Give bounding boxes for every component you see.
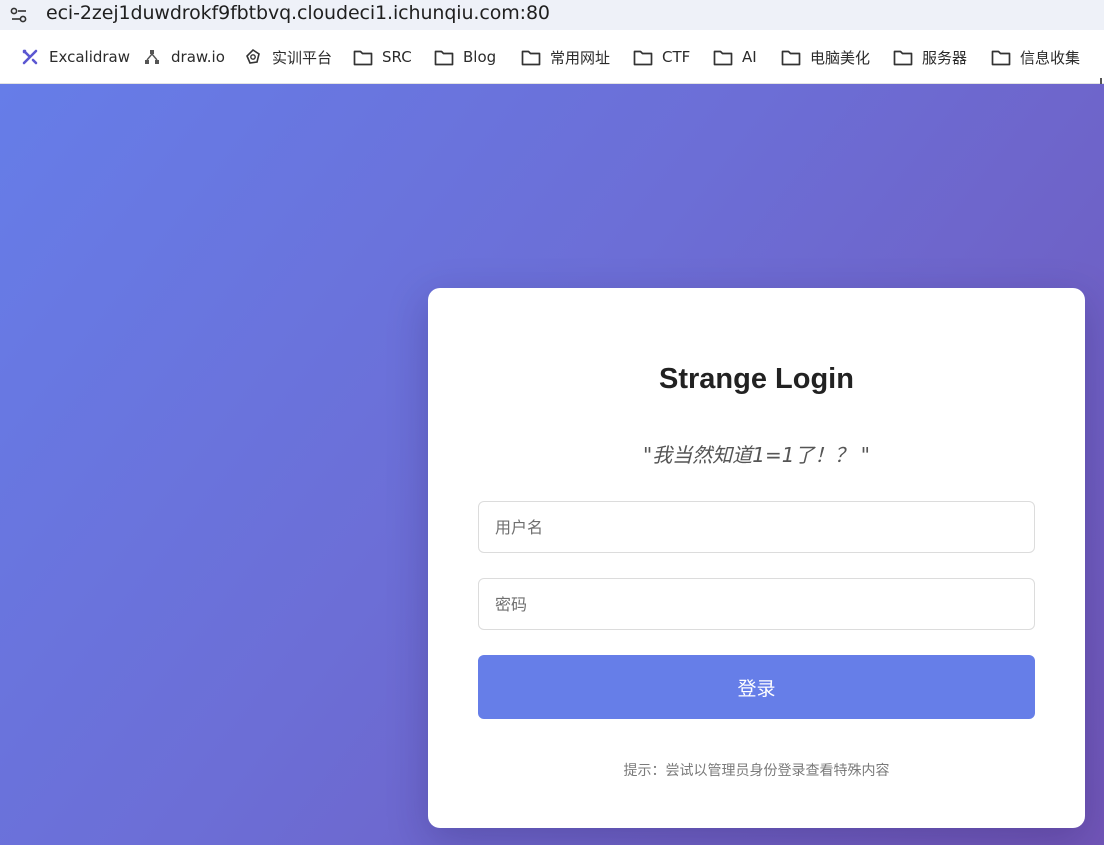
drawio-icon xyxy=(142,47,162,67)
excalidraw-icon xyxy=(20,47,40,67)
folder-icon xyxy=(991,47,1011,67)
folder-icon xyxy=(521,47,541,67)
page-background: Strange Login "我当然知道1=1了！？ " 登录 提示：尝试以管理… xyxy=(0,84,1104,845)
bookmark-label: 常用网址 xyxy=(550,48,611,67)
platform-icon xyxy=(243,47,263,67)
username-input[interactable] xyxy=(478,501,1035,553)
login-card: Strange Login "我当然知道1=1了！？ " 登录 提示：尝试以管理… xyxy=(428,288,1085,828)
bookmark-label: Excalidraw xyxy=(49,48,131,66)
tune-icon[interactable] xyxy=(0,0,38,30)
bookmark-label: 实训平台 xyxy=(272,48,333,67)
bookmark-folder-blog[interactable]: Blog xyxy=(434,30,496,84)
bookmark-folder-src[interactable]: SRC xyxy=(353,30,412,84)
bookmark-label: AI xyxy=(742,48,757,66)
folder-icon xyxy=(713,47,733,67)
bookmark-label: Blog xyxy=(463,48,497,66)
url-field[interactable]: eci-2zej1duwdrokf9fbtbvq.cloudeci1.ichun… xyxy=(46,2,550,24)
bookmark-folder-info-gathering[interactable]: 信息收集 xyxy=(991,30,1080,84)
folder-icon xyxy=(353,47,373,67)
bookmark-folder-ai[interactable]: AI xyxy=(713,30,757,84)
bookmark-drawio[interactable]: draw.io xyxy=(142,30,225,84)
address-bar: eci-2zej1duwdrokf9fbtbvq.cloudeci1.ichun… xyxy=(0,0,1104,30)
folder-icon xyxy=(893,47,913,67)
folder-icon xyxy=(434,47,454,67)
bookmark-label: CTF xyxy=(662,48,691,66)
bookmark-folder-servers[interactable]: 服务器 xyxy=(893,30,967,84)
bookmark-label: draw.io xyxy=(171,48,225,66)
quote-text: "我当然知道1=1了！？ " xyxy=(643,443,870,467)
bookmark-excalidraw[interactable]: Excalidraw xyxy=(20,30,130,84)
bookmark-folder-ctf[interactable]: CTF xyxy=(633,30,690,84)
login-button[interactable]: 登录 xyxy=(478,655,1035,719)
bookmark-label: 电脑美化 xyxy=(810,48,871,67)
hint-text: 提示：尝试以管理员身份登录查看特殊内容 xyxy=(623,763,890,779)
page-title: Strange Login xyxy=(659,363,854,395)
bookmark-label: 信息收集 xyxy=(1020,48,1081,67)
bookmark-folder-pc-beautify[interactable]: 电脑美化 xyxy=(781,30,870,84)
folder-icon xyxy=(633,47,653,67)
bookmark-folder-common-sites[interactable]: 常用网址 xyxy=(521,30,610,84)
folder-icon xyxy=(781,47,801,67)
bookmark-label: SRC xyxy=(382,48,412,66)
password-input[interactable] xyxy=(478,578,1035,630)
bookmark-training-platform[interactable]: 实训平台 xyxy=(243,30,332,84)
bookmark-label: 服务器 xyxy=(922,48,968,67)
bookmarks-bar: Excalidraw draw.io 实训平台 SRC Blog 常用网址 CT… xyxy=(0,30,1104,96)
